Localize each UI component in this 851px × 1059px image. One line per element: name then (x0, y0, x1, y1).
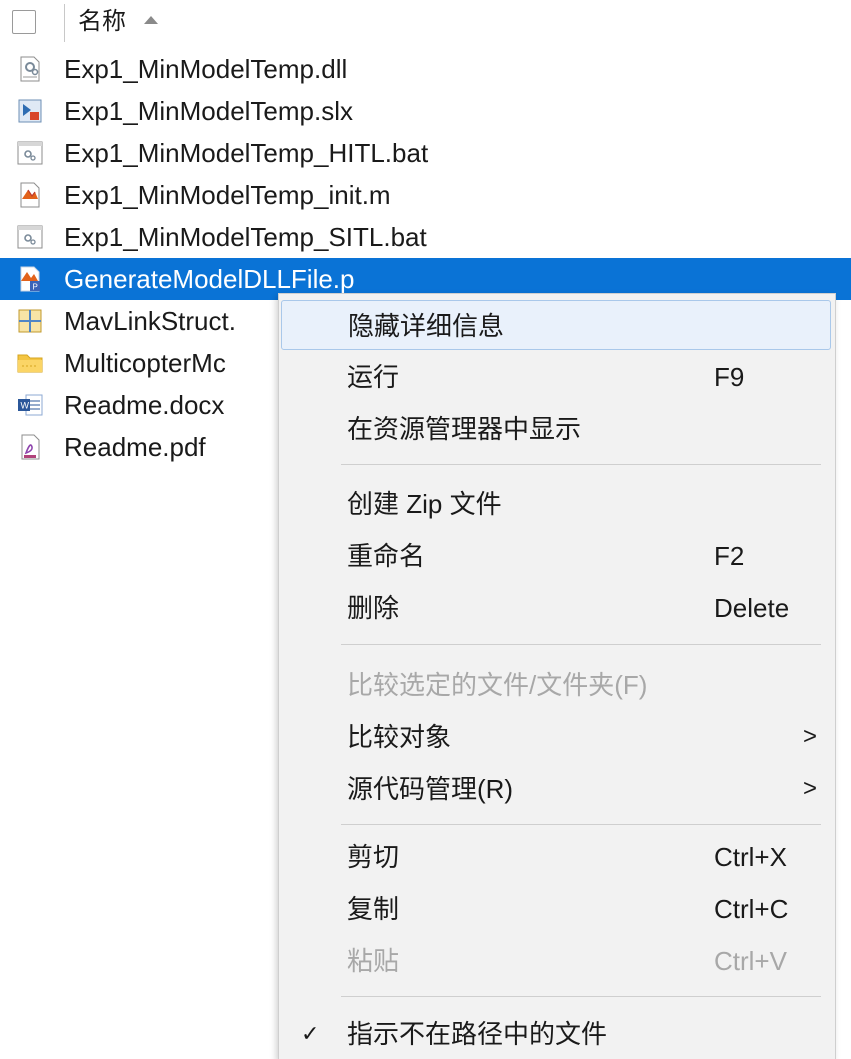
file-row[interactable]: Exp1_MinModelTemp.slx (0, 90, 851, 132)
submenu-arrow-icon: > (803, 775, 818, 802)
menu-item-run[interactable]: 运行 F9 (281, 352, 831, 402)
menu-shortcut: F2 (714, 541, 745, 571)
menu-item-label: 重命名 (347, 541, 426, 571)
menu-item-label: 比较对象 (347, 722, 452, 752)
menu-item-hide-details[interactable]: 隐藏详细信息 (281, 300, 831, 350)
menu-item-delete[interactable]: 删除 Delete (281, 583, 831, 633)
file-name: Exp1_MinModelTemp.dll (64, 54, 348, 84)
menu-item-label: 复制 (347, 894, 400, 924)
bat-file-icon (17, 141, 43, 165)
file-row[interactable]: Exp1_MinModelTemp_init.m (0, 174, 851, 216)
sort-ascending-icon (144, 16, 158, 24)
menu-item-label: 在资源管理器中显示 (347, 414, 582, 444)
menu-item-paste[interactable]: 粘贴 Ctrl+V (281, 936, 831, 986)
folder-icon (17, 354, 43, 373)
simulink-model-icon (18, 99, 42, 123)
file-name: MavLinkStruct. (64, 306, 236, 336)
svg-text:W: W (21, 401, 30, 411)
dll-file-icon (20, 56, 40, 82)
menu-shortcut: Ctrl+V (714, 946, 787, 976)
file-name: Exp1_MinModelTemp_init.m (64, 180, 391, 210)
matlab-script-icon (20, 182, 40, 208)
file-name: Exp1_MinModelTemp_HITL.bat (64, 138, 429, 168)
context-menu: 隐藏详细信息 运行 F9 在资源管理器中显示 创建 Zip 文件 重命名 F2 … (278, 293, 836, 1059)
menu-item-show-in-explorer[interactable]: 在资源管理器中显示 (281, 404, 831, 454)
menu-item-cut[interactable]: 剪切 Ctrl+X (281, 832, 831, 882)
menu-item-compare-selected[interactable]: 比较选定的文件/文件夹(F) (281, 660, 831, 710)
menu-shortcut: Ctrl+C (714, 894, 789, 924)
file-name: Readme.pdf (64, 432, 206, 462)
menu-item-source-control[interactable]: 源代码管理(R) > (281, 764, 831, 814)
file-name: MulticopterMc (64, 348, 226, 378)
select-all-checkbox[interactable] (12, 10, 36, 34)
check-icon: ✓ (301, 1021, 320, 1046)
menu-shortcut: F9 (714, 362, 745, 392)
menu-item-indicate-not-on-path[interactable]: ✓ 指示不在路径中的文件 (281, 1009, 831, 1059)
menu-separator (341, 464, 821, 465)
menu-item-label: 运行 (347, 362, 400, 392)
name-column-header[interactable]: 名称 (78, 7, 126, 37)
file-row[interactable]: Exp1_MinModelTemp_SITL.bat (0, 216, 851, 258)
column-divider[interactable] (64, 4, 65, 42)
menu-item-label: 比较选定的文件/文件夹(F) (347, 670, 648, 700)
file-name: GenerateModelDLLFile.p (64, 264, 355, 294)
menu-item-compare-against[interactable]: 比较对象 > (281, 712, 831, 762)
menu-shortcut: Ctrl+X (714, 842, 787, 872)
word-doc-icon: W (18, 394, 43, 416)
menu-separator (341, 644, 821, 645)
pdf-file-icon (21, 434, 40, 460)
menu-item-copy[interactable]: 复制 Ctrl+C (281, 884, 831, 934)
menu-separator (341, 824, 821, 825)
menu-item-rename[interactable]: 重命名 F2 (281, 531, 831, 581)
submenu-arrow-icon: > (803, 723, 818, 750)
menu-item-create-zip[interactable]: 创建 Zip 文件 (281, 479, 831, 529)
menu-item-label: 粘贴 (347, 946, 400, 976)
file-name: Exp1_MinModelTemp_SITL.bat (64, 222, 427, 252)
bat-file-icon (17, 225, 43, 249)
svg-text:P: P (33, 283, 38, 292)
menu-separator (341, 996, 821, 997)
file-name: Exp1_MinModelTemp.slx (64, 96, 354, 126)
file-name: Readme.docx (64, 390, 225, 420)
menu-item-label: 创建 Zip 文件 (347, 489, 502, 519)
file-row[interactable]: Exp1_MinModelTemp.dll (0, 48, 851, 90)
menu-item-label: 剪切 (347, 842, 400, 872)
menu-shortcut: Delete (714, 593, 790, 623)
file-row[interactable]: Exp1_MinModelTemp_HITL.bat (0, 132, 851, 174)
file-list-header: 名称 (0, 0, 851, 46)
matlab-p-file-icon: P (20, 266, 40, 292)
menu-item-label: 删除 (347, 593, 400, 623)
menu-item-label: 指示不在路径中的文件 (347, 1019, 608, 1049)
menu-item-label: 隐藏详细信息 (348, 311, 505, 341)
mat-file-icon (18, 309, 42, 333)
menu-item-label: 源代码管理(R) (347, 774, 514, 804)
